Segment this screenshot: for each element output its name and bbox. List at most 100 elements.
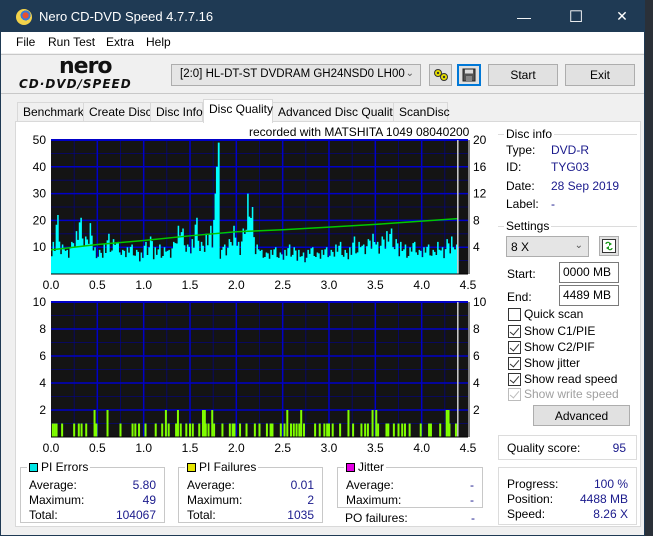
disc-date-row: Date: 28 Sep 2019 [506, 179, 619, 193]
pi-errors-chart: 0.0 0.5 1.0 1.5 2.0 2.5 3.0 3.5 4.0 4.5 10 20 30 40 50… [21, 131, 496, 291]
tab-disc-info[interactable]: Disc Info [150, 102, 203, 122]
pi-failure-bar [371, 410, 374, 437]
pi-failure-bar [138, 423, 141, 437]
window-title: Nero CD-DVD Speed 4.7.7.16 [39, 9, 214, 24]
tab-scandisc[interactable]: ScanDisc [393, 102, 450, 122]
pi-failure-bar [328, 423, 330, 437]
pi-failure-bar [292, 423, 295, 437]
start-button[interactable]: Start [488, 64, 558, 86]
pi-failure-bar [377, 423, 380, 437]
jitter-maximum: - [470, 493, 474, 507]
label: Average: [346, 478, 394, 492]
label: Maximum: [29, 493, 85, 507]
pi-failures-average-row: Average: 0.01 [187, 478, 314, 493]
po-failures-row: PO failures: - [345, 511, 475, 526]
pi-failure-bar [347, 410, 350, 437]
label: Type: [506, 143, 536, 157]
tab-advanced-disc-quality[interactable]: Advanced Disc Quality [272, 102, 399, 122]
pi-errors-chart-svg: 0.0 0.5 1.0 1.5 2.0 2.5 3.0 3.5 4.0 4.5 10 20 30 40 50… [33, 133, 487, 291]
disc-info-title: Disc info [504, 127, 555, 141]
refresh-button[interactable] [599, 236, 619, 256]
maximize-button[interactable]: ☐ [553, 1, 599, 32]
pi-failure-bar [204, 423, 207, 437]
show-jitter-checkbox[interactable]: Show jitter [508, 356, 580, 370]
checkbox-box [508, 387, 521, 401]
drive-settings-button[interactable] [429, 64, 452, 86]
pi-failure-bar [154, 423, 157, 437]
pi-failures-swatch [187, 462, 196, 472]
label: PO failures: [345, 511, 408, 525]
disc-id-value: TYG03 [551, 160, 590, 174]
pi-failure-bar [53, 423, 56, 437]
pi-failure-bar [85, 423, 88, 437]
pi-failure-bar [55, 423, 58, 437]
y-tick-label-right: 16 [473, 160, 487, 174]
checkbox-label: Show C1/PIE [524, 324, 596, 338]
nero-app-icon [16, 9, 32, 25]
y-tick-label-left: 40 [33, 160, 47, 174]
quality-score-value: 95 [612, 441, 626, 455]
menu-extra[interactable]: Extra [106, 35, 134, 49]
label: Maximum: [346, 493, 402, 507]
x-tick-label: 2.5 [274, 441, 291, 455]
label: ID: [506, 160, 522, 174]
checkbox-label: Quick scan [524, 307, 584, 321]
x-tick-label: 2.5 [274, 278, 291, 291]
y-tick-label-right: 8 [473, 213, 480, 227]
pi-failure-bar [211, 410, 214, 437]
jitter-title: Jitter [358, 460, 385, 474]
drive-select-value: [2:0] HL-DT-ST DVDRAM GH24NSD0 LH00 [180, 68, 405, 80]
exit-button[interactable]: Exit [565, 64, 635, 86]
y-tick-label-left: 2 [39, 403, 46, 417]
drive-settings-icon [433, 69, 448, 81]
label: Average: [29, 478, 77, 492]
x-tick-label: 3.5 [367, 441, 384, 455]
pi-failure-bar [271, 423, 274, 437]
jitter-swatch [346, 462, 355, 472]
end-input[interactable]: 4489 MB [559, 285, 619, 306]
speed-value: 8.26 X [593, 507, 628, 521]
menu-file[interactable]: File [16, 35, 35, 49]
start-input[interactable]: 0000 MB [559, 262, 619, 283]
end-label: End: [507, 290, 532, 304]
pi-failure-bar [352, 423, 355, 437]
minimize-button[interactable]: — [501, 1, 547, 32]
pi-failure-bar [189, 423, 191, 437]
show-c1-pie-checkbox[interactable]: Show C1/PIE [508, 324, 595, 338]
quality-score-label: Quality score: [507, 441, 581, 455]
y-tick-label-left: 30 [33, 187, 47, 201]
pi-failure-bar [326, 423, 329, 437]
pi-failure-bar [375, 410, 378, 437]
pi-failure-bar [239, 423, 242, 437]
pi-failure-bar [392, 423, 395, 437]
checkbox-box [508, 356, 521, 370]
menu-help[interactable]: Help [146, 35, 171, 49]
advanced-button[interactable]: Advanced [533, 405, 630, 426]
checkbox-box [508, 340, 521, 354]
close-button[interactable]: ✕ [599, 1, 645, 32]
checkbox-label: Show jitter [524, 356, 581, 370]
disc-id-row: ID: TYG03 [506, 160, 589, 174]
jitter-maximum-row: Maximum: - [346, 493, 474, 508]
show-c2-pif-checkbox[interactable]: Show C2/PIF [508, 340, 595, 354]
tab-disc-quality[interactable]: Disc Quality [203, 99, 273, 123]
tab-benchmark[interactable]: Benchmark [17, 102, 84, 122]
x-tick-label: 1.0 [135, 278, 152, 291]
pi-failures-total-row: Total: 1035 [187, 508, 314, 523]
show-read-speed-checkbox[interactable]: Show read speed [508, 372, 617, 386]
pi-errors-group: PI Errors Average: 5.80 Maximum: 49 Total:… [20, 460, 165, 523]
y-tick-label-right: 12 [473, 187, 487, 201]
drive-select[interactable]: [2:0] HL-DT-ST DVDRAM GH24NSD0 LH00 ⌄ [171, 64, 421, 86]
menu-run-test[interactable]: Run Test [48, 35, 95, 49]
start-label: Start: [507, 267, 536, 281]
quick-scan-checkbox[interactable]: Quick scan [508, 307, 583, 321]
x-tick-label: 0.5 [89, 278, 106, 291]
pi-errors-average: 5.80 [132, 478, 156, 492]
tab-create-disc[interactable]: Create Disc [83, 102, 152, 122]
pi-failures-title: PI Failures [199, 460, 257, 474]
pi-failure-bar [198, 423, 201, 437]
speed-select[interactable]: 8 X ⌄ [506, 236, 589, 257]
save-button[interactable] [457, 64, 481, 86]
x-tick-label: 4.5 [460, 441, 477, 455]
pi-failure-bar [258, 423, 261, 437]
